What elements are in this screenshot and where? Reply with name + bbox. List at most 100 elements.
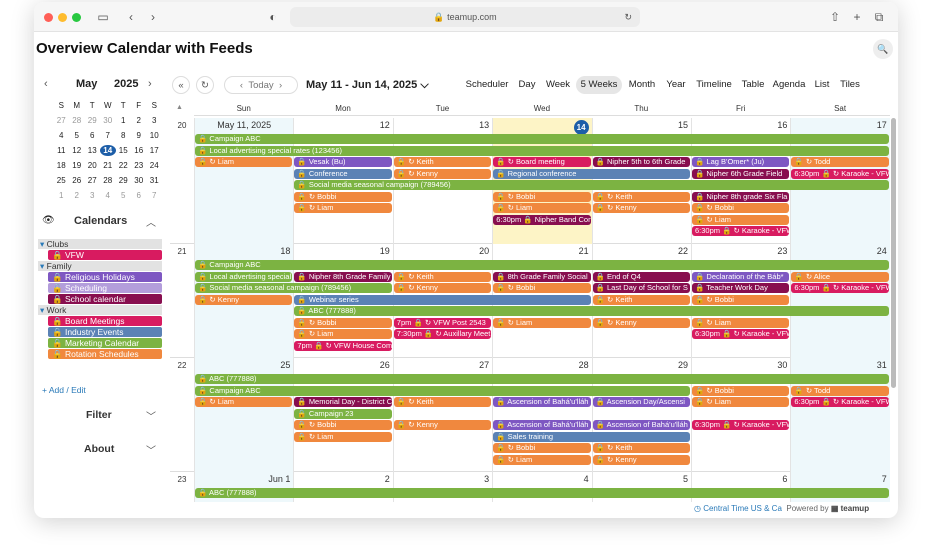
event-bar[interactable]: 🔒 ↻ Keith — [592, 191, 690, 202]
back-icon[interactable]: ‹ — [124, 8, 138, 26]
day-number[interactable]: 20 — [479, 246, 489, 256]
event-bar[interactable]: 🔒 ↻ Bobbi — [493, 443, 591, 453]
mini-month[interactable]: May — [76, 78, 97, 90]
prev-month-icon[interactable]: ‹ — [44, 78, 48, 90]
view-month[interactable]: Month — [624, 76, 660, 94]
mini-day[interactable]: 4 — [100, 190, 116, 201]
mini-day[interactable]: 21 — [100, 160, 116, 171]
day-number[interactable]: 26 — [380, 360, 390, 370]
event-bar[interactable]: 🔒 ↻ Bobbi — [692, 294, 790, 305]
event-bar[interactable]: 🔒 Memorial Day - District C — [294, 397, 392, 407]
calendar-item-vfw[interactable]: 🔒 VFW — [48, 250, 162, 260]
chevron-up-icon[interactable]: ︿ — [146, 214, 156, 229]
event-bar[interactable]: 🔒 ↻ Liam — [493, 317, 591, 328]
mini-day[interactable]: 25 — [54, 175, 70, 186]
day-number[interactable]: 22 — [678, 246, 688, 256]
event-bar[interactable]: 🔒 Regional conference — [493, 168, 690, 179]
mini-day[interactable]: 29 — [116, 175, 132, 186]
event-bar[interactable]: 🔒 Sales training — [493, 431, 690, 442]
event-bar[interactable]: 🔒 Ascension of Bahá'u'lláh — [592, 420, 690, 430]
mini-day[interactable]: 30 — [131, 175, 147, 186]
day-number[interactable]: 14 — [573, 120, 589, 135]
event-bar[interactable]: 🔒 Declaration of the Báb* — [692, 271, 790, 282]
mini-day[interactable]: 3 — [85, 190, 101, 201]
day-number[interactable]: 31 — [877, 360, 887, 370]
mini-day[interactable]: 3 — [147, 115, 163, 126]
event-bar[interactable]: 🔒 ↻ Kenny — [393, 420, 492, 430]
mini-day[interactable]: 19 — [69, 160, 85, 171]
next-month-icon[interactable]: › — [148, 78, 152, 90]
day-number[interactable]: 28 — [579, 360, 589, 370]
shield-icon[interactable]: ◐ — [266, 8, 280, 26]
day-number[interactable]: May 11, 2025 — [217, 120, 271, 130]
mini-day[interactable]: 2 — [131, 115, 147, 126]
mini-day[interactable]: 4 — [54, 130, 70, 141]
mini-day[interactable]: 14 — [100, 145, 116, 156]
mini-day[interactable]: 11 — [54, 145, 70, 156]
event-bar[interactable]: 🔒 Last Day of School for S — [592, 283, 690, 293]
event-bar[interactable]: 7:30pm 🔒 ↻ Auxillary Meet — [393, 329, 492, 339]
view-list[interactable]: List — [810, 76, 834, 94]
view-year[interactable]: Year — [662, 76, 690, 94]
event-bar[interactable]: 🔒 Nipher 6th Grade Field — [692, 168, 790, 179]
event-bar[interactable]: 🔒 Nipher 8th Grade Family — [294, 271, 392, 282]
day-number[interactable]: 25 — [280, 360, 290, 370]
day-number[interactable]: 7 — [882, 474, 887, 484]
mini-day[interactable]: 6 — [131, 190, 147, 201]
event-bar[interactable]: 🔒 ABC (777888) — [195, 374, 889, 384]
view-day[interactable]: Day — [514, 76, 540, 94]
day-number[interactable]: 4 — [584, 474, 589, 484]
event-bar[interactable]: 🔒 ↻ Liam — [493, 203, 591, 213]
event-bar[interactable]: 🔒 ↻ Kenny — [592, 454, 690, 465]
event-bar[interactable]: 🔒 Conference — [294, 168, 392, 179]
day-number[interactable]: 2 — [385, 474, 390, 484]
event-bar[interactable]: 🔒 ↻ Todd — [791, 157, 889, 167]
mini-day[interactable]: 27 — [54, 115, 70, 126]
mini-day[interactable]: 28 — [69, 115, 85, 126]
mini-day[interactable]: 7 — [147, 190, 163, 201]
event-bar[interactable]: 🔒 ABC (777888) — [294, 306, 889, 316]
search-icon[interactable]: 🔍 — [873, 39, 893, 59]
mini-year[interactable]: 2025 — [114, 78, 138, 90]
day-number[interactable]: 29 — [678, 360, 688, 370]
day-number[interactable]: 23 — [777, 246, 787, 256]
day-number[interactable]: 16 — [777, 120, 787, 130]
event-bar[interactable]: 🔒 Nipher 5th to 6th Grade — [592, 157, 690, 167]
mini-day[interactable]: 1 — [116, 115, 132, 126]
mini-day[interactable]: 13 — [85, 145, 101, 156]
event-bar[interactable]: 6:30pm 🔒 ↻ Karaoke - VFW — [791, 283, 889, 293]
event-bar[interactable]: 6:30pm 🔒 ↻ Karaoke - VFW — [692, 226, 790, 236]
close-window-button[interactable] — [44, 13, 53, 22]
view-scheduler[interactable]: Scheduler — [462, 76, 512, 94]
event-bar[interactable]: 6:30pm 🔒 Nipher Band Con — [493, 214, 591, 225]
event-bar[interactable]: 🔒 Local advertising special rates (12345… — [195, 145, 889, 156]
event-bar[interactable]: 🔒 Ascension of Bahá'u'lláh — [493, 420, 591, 430]
mini-day[interactable]: 24 — [147, 160, 163, 171]
event-bar[interactable]: 🔒 ↻ Liam — [294, 329, 392, 339]
day-number[interactable]: 21 — [579, 246, 589, 256]
event-bar[interactable]: 🔒 Social media seasonal campaign (789456… — [294, 180, 889, 190]
view-agenda[interactable]: Agenda — [770, 76, 808, 94]
day-number[interactable]: 24 — [877, 246, 887, 256]
event-bar[interactable]: 🔒 ↻ Board meeting — [493, 157, 591, 167]
event-bar[interactable]: 6:30pm 🔒 ↻ Karaoke - VFW — [692, 420, 790, 430]
mini-day[interactable]: 2 — [69, 190, 85, 201]
event-bar[interactable]: 🔒 Ascension of Bahá'u'lláh — [493, 397, 591, 407]
eye-icon[interactable]: 👁 — [42, 215, 55, 226]
event-bar[interactable]: 7pm 🔒 ↻ VFW Post 2543 — [393, 317, 492, 328]
collapse-icon[interactable]: ▲ — [176, 104, 183, 111]
event-bar[interactable]: 🔒 ↻ Bobbi — [692, 385, 790, 396]
week-number[interactable]: 22 — [170, 358, 194, 472]
day-number[interactable]: 30 — [777, 360, 787, 370]
mini-day[interactable]: 7 — [100, 130, 116, 141]
event-bar[interactable]: 🔒 ↻ Kenny — [592, 203, 690, 213]
event-bar[interactable]: 🔒 ↻ Kenny — [592, 317, 690, 328]
day-number[interactable]: 27 — [479, 360, 489, 370]
mini-day[interactable]: 6 — [85, 130, 101, 141]
event-bar[interactable]: 🔒 Vesak (Bu) — [294, 157, 392, 167]
chevron-down-icon[interactable]: ﹀ — [146, 442, 156, 457]
event-bar[interactable]: 🔒 Teacher Work Day — [692, 283, 790, 293]
calendar-item-scheduling[interactable]: 🔒 Scheduling — [48, 283, 162, 293]
view-tiles[interactable]: Tiles — [836, 76, 864, 94]
calendar-item-school-calendar[interactable]: 🔒 School calendar — [48, 294, 162, 304]
